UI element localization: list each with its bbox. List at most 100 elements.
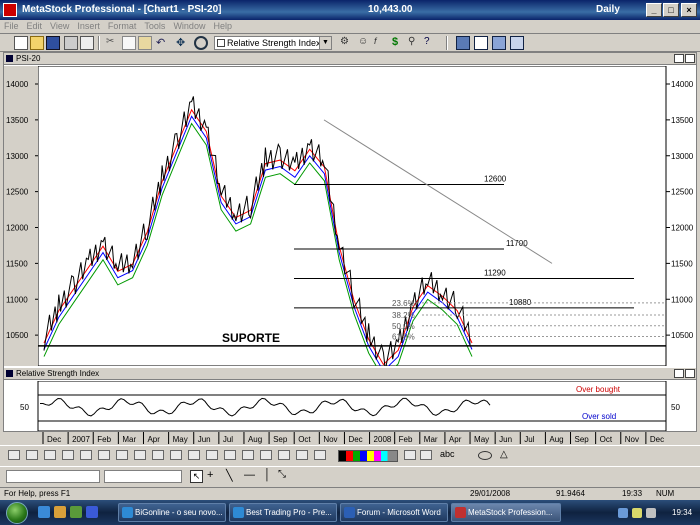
menu-format[interactable]: Format [104, 20, 141, 32]
indicator-checkbox[interactable] [217, 39, 225, 47]
system-tray: 19:34 [612, 502, 700, 523]
object-icon-2[interactable] [26, 450, 38, 460]
y-tick-label: 12000 [6, 224, 29, 233]
crosshair-icon[interactable]: + [207, 469, 213, 481]
formula-icon[interactable]: f [374, 36, 388, 50]
taskbar-item-metastock[interactable]: MetaStock Profession... [451, 503, 561, 522]
object-icon-7[interactable] [116, 450, 128, 460]
date-tick-label: Aug [549, 435, 563, 444]
date-tick-label: Jun [198, 435, 211, 444]
close-button[interactable]: × [681, 3, 697, 17]
print-preview-icon[interactable] [80, 36, 94, 50]
tray-icon-1[interactable] [618, 508, 628, 518]
menu-view[interactable]: View [46, 20, 73, 32]
window-title-bar[interactable]: MetaStock Professional - [Chart1 - PSI-2… [0, 0, 700, 20]
indicator-builder-icon[interactable]: ⚙ [340, 36, 354, 50]
paste-icon[interactable] [138, 36, 152, 50]
quicklaunch-icon-2[interactable] [54, 506, 66, 518]
start-button[interactable] [6, 502, 28, 524]
menu-help[interactable]: Help [209, 20, 236, 32]
object-icon-1[interactable] [8, 450, 20, 460]
color-palette[interactable] [338, 450, 398, 462]
minimize-button[interactable]: _ [646, 3, 662, 17]
object-icon-3[interactable] [44, 450, 56, 460]
layout-icon-2[interactable] [474, 36, 488, 50]
window-title: MetaStock Professional - [Chart1 - PSI-2… [22, 4, 222, 15]
menu-edit[interactable]: Edit [23, 20, 47, 32]
print-icon[interactable] [64, 36, 78, 50]
dollar-icon[interactable]: $ [392, 36, 406, 50]
menu-insert[interactable]: Insert [73, 20, 104, 32]
volume-icon[interactable] [646, 508, 656, 518]
quicklaunch-icon-1[interactable] [38, 506, 50, 518]
object-icon-5[interactable] [80, 450, 92, 460]
object-icon-9[interactable] [152, 450, 164, 460]
fibonacci-label: 38.2% [392, 311, 415, 320]
browser-icon [233, 507, 244, 518]
help-pointer-icon[interactable]: ? [424, 36, 438, 50]
object-icon-11[interactable] [188, 450, 200, 460]
y-tick-label: 12000 [671, 224, 694, 233]
text-icon[interactable]: abc [440, 449, 455, 459]
object-icon-18[interactable] [314, 450, 326, 460]
open-icon[interactable] [30, 36, 44, 50]
taskbar-item-word[interactable]: Forum - Microsoft Word [340, 503, 448, 522]
vertical-line-icon[interactable]: │ [264, 469, 271, 481]
object-icon-20[interactable] [420, 450, 432, 460]
support-label: SUPORTE [222, 331, 280, 345]
object-icon-6[interactable] [98, 450, 110, 460]
menu-file[interactable]: File [0, 20, 23, 32]
quicklaunch-icon-4[interactable] [86, 506, 98, 518]
panel-close-button[interactable] [685, 54, 695, 63]
triangle-icon[interactable]: △ [500, 449, 508, 460]
object-icon-8[interactable] [134, 450, 146, 460]
date-tick-label: Nov [323, 435, 337, 444]
object-icon-15[interactable] [260, 450, 272, 460]
explorer-icon[interactable]: ⚲ [408, 36, 422, 50]
object-icon-4[interactable] [62, 450, 74, 460]
object-icon-19[interactable] [404, 450, 416, 460]
chevron-down-icon[interactable]: ▼ [319, 37, 331, 49]
fibonacci-label: 23.6% [392, 299, 415, 308]
taskbar-item-best-trading[interactable]: Best Trading Pro - Pre... [229, 503, 337, 522]
expert-icon[interactable]: ☺ [358, 36, 372, 50]
trendline-icon[interactable]: ⤡ [278, 469, 286, 480]
object-icon-16[interactable] [278, 450, 290, 460]
metastock-app-icon[interactable] [3, 3, 17, 17]
layout-icon-1[interactable] [456, 36, 470, 50]
pointer-icon[interactable]: ↖ [190, 470, 203, 483]
object-icon-13[interactable] [224, 450, 236, 460]
rsi-chart[interactable]: Over bought Over sold 50 50 [4, 381, 696, 431]
object-icon-12[interactable] [206, 450, 218, 460]
quicklaunch-icon-3[interactable] [70, 506, 82, 518]
date-tick-label: May [474, 435, 489, 444]
line-icon[interactable]: ╲ [226, 469, 233, 482]
object-icon-10[interactable] [170, 450, 182, 460]
zoom-icon[interactable] [194, 36, 208, 50]
status-time: 19:33 [622, 489, 643, 498]
menu-tools[interactable]: Tools [140, 20, 169, 32]
layout-icon-4[interactable] [510, 36, 524, 50]
menu-window[interactable]: Window [169, 20, 209, 32]
tray-icon-2[interactable] [632, 508, 642, 518]
line-style-combo[interactable] [6, 470, 100, 483]
panel-restore-button[interactable] [674, 369, 684, 378]
move-icon[interactable]: ✥ [176, 36, 190, 50]
price-chart[interactable]: 14000 14000 13500 13500 13000 13000 12500 12500… [4, 66, 696, 366]
undo-icon[interactable]: ↶ [156, 36, 170, 50]
object-icon-17[interactable] [296, 450, 308, 460]
object-icon-14[interactable] [242, 450, 254, 460]
new-icon[interactable] [14, 36, 28, 50]
panel-restore-button[interactable] [674, 54, 684, 63]
layout-icon-3[interactable] [492, 36, 506, 50]
save-icon[interactable] [46, 36, 60, 50]
horizontal-line-icon[interactable]: — [244, 469, 255, 481]
indicator-select[interactable]: Relative Strength Index ▼ [214, 36, 332, 50]
ellipse-icon[interactable] [478, 451, 492, 460]
copy-icon[interactable] [122, 36, 136, 50]
cut-icon[interactable]: ✂ [106, 36, 120, 50]
maximize-button[interactable]: □ [663, 3, 679, 17]
taskbar-item-bigonline[interactable]: BiGonline - o seu novo... [118, 503, 226, 522]
line-width-combo[interactable] [104, 470, 182, 483]
panel-close-button[interactable] [685, 369, 695, 378]
